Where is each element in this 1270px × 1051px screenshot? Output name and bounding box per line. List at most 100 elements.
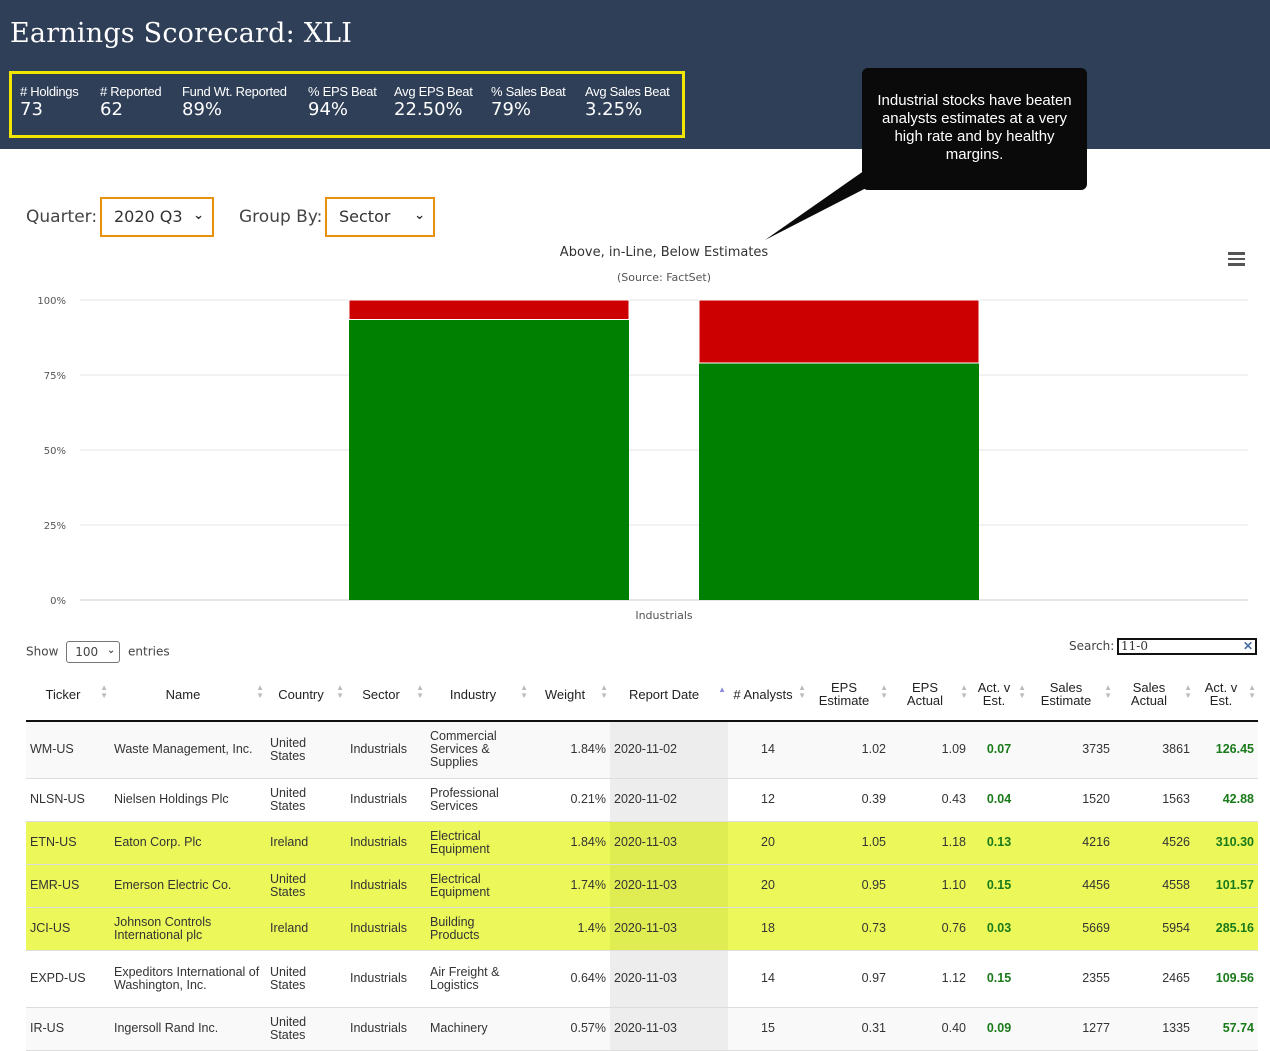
cell-ticker: ETN-US xyxy=(26,821,110,865)
cell-eps-est: 0.95 xyxy=(808,864,890,908)
earnings-table: Ticker ▲ ▼ Name ▲ ▼ Country ▲ ▼ Sector ▲ ▼ Indus… xyxy=(26,668,1258,1051)
cell-sales-diff: 310.30 xyxy=(1194,821,1258,865)
search-input-value: 11-0 xyxy=(1121,639,1148,653)
cell-sales-est: 4216 xyxy=(1028,821,1114,865)
cell-sector: Industrials xyxy=(346,864,426,908)
cell-eps-diff: 0.13 xyxy=(970,821,1028,865)
cell-analysts: 14 xyxy=(728,721,808,779)
cell-eps-act: 1.10 xyxy=(890,864,970,908)
cell-name: Expeditors International of Washington, … xyxy=(110,950,266,1008)
cell-sales-diff: 101.57 xyxy=(1194,864,1258,908)
cell-industry: Electrical Equipment xyxy=(426,864,530,908)
table-row[interactable]: NLSN-US Nielsen Holdings Plc United States… xyxy=(26,778,1258,822)
table-row[interactable]: EXPD-US Expeditors International of Washi… xyxy=(26,950,1258,1008)
cell-industry: Machinery xyxy=(426,1007,530,1051)
y-tick-label: 100% xyxy=(37,296,66,307)
cell-sales-act: 1563 xyxy=(1114,778,1194,822)
col-sales-estimate[interactable]: Sales Estimate ▲ ▼ xyxy=(1028,668,1114,722)
cell-weight: 1.84% xyxy=(530,821,610,865)
table-row[interactable]: IR-US Ingersoll Rand Inc. United States Ind… xyxy=(26,1007,1258,1051)
cell-country: Ireland xyxy=(266,821,346,865)
cell-sales-diff: 57.74 xyxy=(1194,1007,1258,1051)
cell-name: Waste Management, Inc. xyxy=(110,721,266,779)
cell-industry: Air Freight & Logistics xyxy=(426,950,530,1008)
cell-eps-est: 0.39 xyxy=(808,778,890,822)
cell-eps-act: 1.09 xyxy=(890,721,970,779)
cell-sales-act: 4558 xyxy=(1114,864,1194,908)
cell-weight: 1.84% xyxy=(530,721,610,779)
cell-name: Johnson Controls International plc xyxy=(110,907,266,951)
cell-name: Emerson Electric Co. xyxy=(110,864,266,908)
cell-weight: 1.4% xyxy=(530,907,610,951)
cell-date: 2020-11-03 xyxy=(610,950,728,1008)
cell-eps-diff: 0.09 xyxy=(970,1007,1028,1051)
col-sales-actual[interactable]: Sales Actual ▲ ▼ xyxy=(1114,668,1194,722)
cell-country: United States xyxy=(266,721,346,779)
cell-industry: Electrical Equipment xyxy=(426,821,530,865)
col-eps-actual[interactable]: EPS Actual ▲ ▼ xyxy=(890,668,970,722)
group-by-label: Group By: xyxy=(239,207,323,227)
cell-eps-act: 1.12 xyxy=(890,950,970,1008)
cell-ticker: NLSN-US xyxy=(26,778,110,822)
col-eps-estimate[interactable]: EPS Estimate ▲ ▼ xyxy=(808,668,890,722)
cell-sales-est: 1277 xyxy=(1028,1007,1114,1051)
col-analysts[interactable]: # Analysts ▲ ▼ xyxy=(728,668,808,722)
cell-sales-diff: 42.88 xyxy=(1194,778,1258,822)
cell-ticker: JCI-US xyxy=(26,907,110,951)
table-row[interactable]: WM-US Waste Management, Inc. United States… xyxy=(26,721,1258,779)
chevron-down-icon: ⌄ xyxy=(414,208,425,223)
cell-industry: Professional Services xyxy=(426,778,530,822)
col-country[interactable]: Country ▲ ▼ xyxy=(266,668,346,722)
cell-date: 2020-11-03 xyxy=(610,821,728,865)
col-sales-act-v-est[interactable]: Act. v Est. ▲ ▼ xyxy=(1194,668,1258,722)
entries-select[interactable]: 100 ⌄ xyxy=(66,641,121,663)
cell-ticker: EMR-US xyxy=(26,864,110,908)
cell-eps-est: 1.02 xyxy=(808,721,890,779)
show-entries: Show 100 ⌄ entries xyxy=(26,641,170,663)
quarter-select-value: 2020 Q3 xyxy=(114,207,183,226)
cell-eps-est: 0.97 xyxy=(808,950,890,1008)
col-ticker[interactable]: Ticker ▲ ▼ xyxy=(26,668,110,722)
col-weight[interactable]: Weight ▲ ▼ xyxy=(530,668,610,722)
cell-country: United States xyxy=(266,864,346,908)
cell-eps-act: 0.40 xyxy=(890,1007,970,1051)
cell-eps-diff: 0.03 xyxy=(970,907,1028,951)
y-tick-label: 0% xyxy=(50,596,66,607)
table-row[interactable]: EMR-US Emerson Electric Co. United States I… xyxy=(26,864,1258,908)
group-by-select[interactable]: Sector ⌄ xyxy=(325,197,435,237)
cell-sales-est: 1520 xyxy=(1028,778,1114,822)
chart-subtitle: (Source: FactSet) xyxy=(616,271,712,284)
clear-search-icon[interactable]: ✕ xyxy=(1243,640,1253,653)
cell-date: 2020-11-02 xyxy=(610,778,728,822)
cell-sales-est: 4456 xyxy=(1028,864,1114,908)
col-name[interactable]: Name ▲ ▼ xyxy=(110,668,266,722)
bar-below-estimates xyxy=(348,299,630,320)
y-tick-label: 25% xyxy=(44,521,66,532)
chevron-down-icon: ⌄ xyxy=(193,208,204,223)
cell-eps-est: 0.73 xyxy=(808,907,890,951)
entries-label: entries xyxy=(128,644,170,659)
table-row[interactable]: ETN-US Eaton Corp. Plc Ireland Industrials E… xyxy=(26,821,1258,865)
cell-eps-est: 1.05 xyxy=(808,821,890,865)
hamburger-menu-icon[interactable] xyxy=(1228,252,1245,266)
cell-eps-diff: 0.15 xyxy=(970,950,1028,1008)
col-sector[interactable]: Sector ▲ ▼ xyxy=(346,668,426,722)
cell-sector: Industrials xyxy=(346,950,426,1008)
search-label: Search: xyxy=(1069,639,1115,653)
cell-sales-diff: 126.45 xyxy=(1194,721,1258,779)
col-eps-act-v-est[interactable]: Act. v Est. ▲ ▼ xyxy=(970,668,1028,722)
quarter-select[interactable]: 2020 Q3 ⌄ xyxy=(100,197,214,237)
cell-eps-diff: 0.04 xyxy=(970,778,1028,822)
chevron-down-icon: ⌄ xyxy=(106,645,116,656)
cell-date: 2020-11-03 xyxy=(610,1007,728,1051)
search-input[interactable]: 11-0 ✕ xyxy=(1117,638,1257,655)
cell-name: Eaton Corp. Plc xyxy=(110,821,266,865)
col-report-date[interactable]: Report Date ▲ xyxy=(610,668,728,722)
chart-title: Above, in-Line, Below Estimates xyxy=(559,245,769,260)
table-row[interactable]: JCI-US Johnson Controls International plc… xyxy=(26,907,1258,951)
bar-above-estimates xyxy=(699,363,979,600)
cell-date: 2020-11-03 xyxy=(610,907,728,951)
cell-date: 2020-11-02 xyxy=(610,721,728,779)
col-industry[interactable]: Industry ▲ ▼ xyxy=(426,668,530,722)
entries-select-value: 100 xyxy=(75,645,99,659)
